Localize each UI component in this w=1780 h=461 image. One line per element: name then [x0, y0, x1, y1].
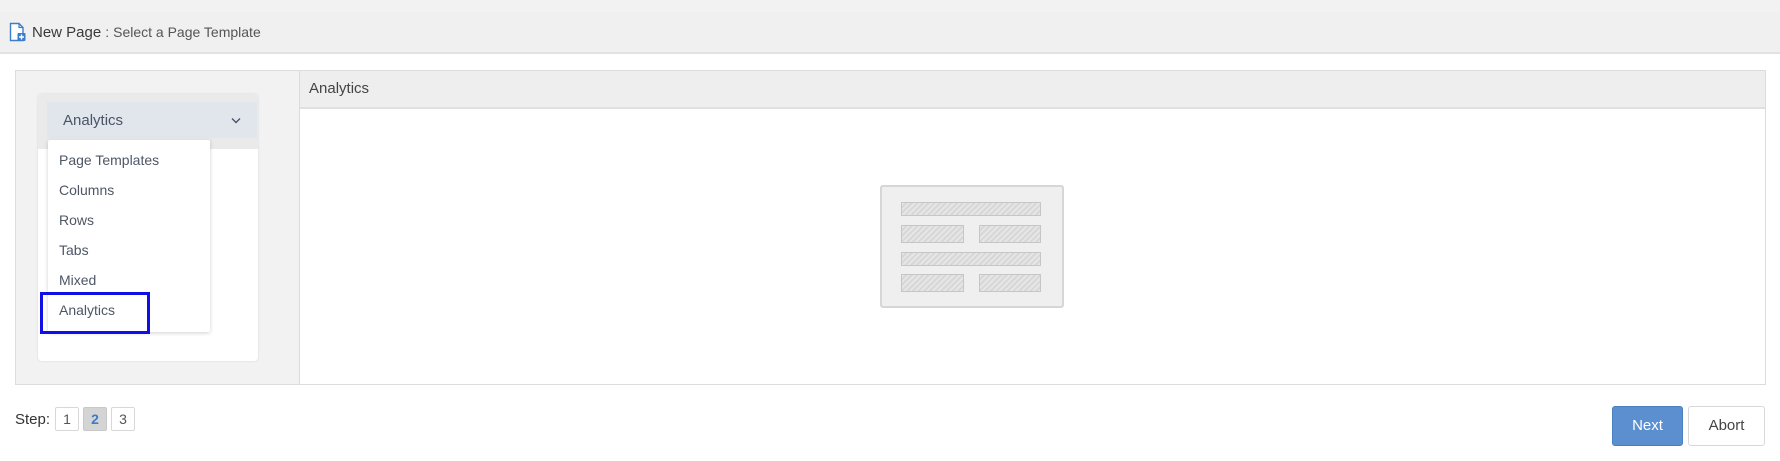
- preview-block: [901, 202, 1041, 216]
- preview-block: [979, 274, 1041, 292]
- dropdown-item-columns[interactable]: Columns: [48, 177, 210, 203]
- title-separator: :: [105, 24, 110, 40]
- next-button[interactable]: Next: [1612, 406, 1683, 446]
- preview-block: [901, 252, 1041, 266]
- dropdown-item-mixed[interactable]: Mixed: [48, 267, 210, 293]
- preview-block: [901, 225, 964, 243]
- template-preview-column: Analytics: [300, 71, 1765, 384]
- step-label: Step:: [15, 410, 51, 428]
- preview-block: [901, 274, 964, 292]
- step-indicator: Step: 1 2 3: [15, 406, 139, 432]
- dropdown-item-rows[interactable]: Rows: [48, 207, 210, 233]
- dropdown-item-tabs[interactable]: Tabs: [48, 237, 210, 263]
- category-select[interactable]: Analytics: [47, 102, 257, 138]
- abort-button[interactable]: Abort: [1688, 406, 1765, 446]
- new-page-icon: [9, 22, 26, 42]
- page-header: New Page : Select a Page Template: [0, 12, 1780, 54]
- step-2-button[interactable]: 2: [83, 407, 108, 431]
- dropdown-item-page-templates[interactable]: Page Templates: [48, 147, 210, 173]
- wizard-panel: Analytics Analytics: [15, 70, 1766, 385]
- dropdown-item-analytics[interactable]: Analytics: [48, 297, 210, 323]
- preview-title: Analytics: [300, 71, 1765, 109]
- chevron-down-icon: [231, 117, 241, 123]
- category-dropdown-menu: Page Templates Columns Rows Tabs Mixed A…: [48, 140, 210, 332]
- step-1-button[interactable]: 1: [55, 407, 80, 431]
- page-subtitle: Select a Page Template: [113, 24, 261, 40]
- preview-block: [979, 225, 1041, 243]
- category-select-value: Analytics: [63, 111, 124, 129]
- layout-template-preview[interactable]: [880, 185, 1064, 308]
- page-title: New Page: [32, 23, 102, 41]
- step-3-button[interactable]: 3: [111, 407, 136, 431]
